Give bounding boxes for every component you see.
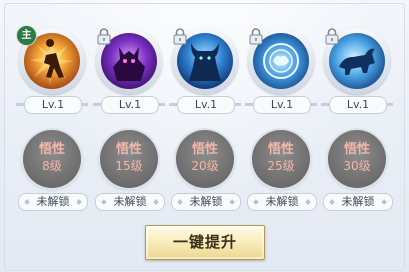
level-pill: Lv.1 bbox=[245, 96, 317, 114]
lock-icon bbox=[97, 28, 111, 45]
unlock-status: 未解锁 bbox=[18, 193, 88, 211]
unlock-status: 未解锁 bbox=[247, 193, 317, 211]
skill-panel: 主 Lv.1 悟性 8级 未解锁 Lv.1 悟性 15级 未解锁 Lv.1 悟性… bbox=[0, 0, 409, 272]
skill-icon-frame[interactable] bbox=[324, 28, 390, 94]
unlock-status-text: 未解锁 bbox=[189, 195, 223, 208]
unlock-status: 未解锁 bbox=[323, 193, 393, 211]
level-label: Lv.1 bbox=[329, 96, 387, 114]
requirement-level: 8级 bbox=[42, 159, 62, 173]
unlock-status: 未解锁 bbox=[95, 193, 165, 211]
skill-slot-2: Lv.1 悟性 15级 未解锁 bbox=[93, 0, 165, 220]
skill-icon-frame[interactable] bbox=[96, 28, 162, 94]
skill-icon-frame[interactable] bbox=[248, 28, 314, 94]
requirement-label: 悟性 bbox=[38, 142, 65, 157]
unlock-requirement-circle: 悟性 20级 bbox=[176, 130, 234, 188]
level-pill: Lv.1 bbox=[16, 96, 88, 114]
requirement-label: 悟性 bbox=[343, 142, 370, 157]
level-label: Lv.1 bbox=[101, 96, 159, 114]
lock-icon bbox=[249, 28, 263, 45]
level-pill: Lv.1 bbox=[321, 96, 393, 114]
main-skill-badge: 主 bbox=[16, 25, 37, 46]
unlock-status-text: 未解锁 bbox=[265, 195, 299, 208]
skill-slot-1: 主 Lv.1 悟性 8级 未解锁 bbox=[16, 0, 88, 220]
requirement-level: 30级 bbox=[343, 159, 371, 173]
unlock-requirement-circle: 悟性 15级 bbox=[100, 130, 158, 188]
level-label: Lv.1 bbox=[24, 96, 82, 114]
skill-slot-5: Lv.1 悟性 30级 未解锁 bbox=[321, 0, 393, 220]
unlock-status: 未解锁 bbox=[171, 193, 241, 211]
requirement-level: 20级 bbox=[191, 159, 219, 173]
requirement-label: 悟性 bbox=[267, 142, 294, 157]
unlock-status-text: 未解锁 bbox=[113, 195, 147, 208]
skill-icon-frame[interactable] bbox=[172, 28, 238, 94]
unlock-requirement-circle: 悟性 30级 bbox=[328, 130, 386, 188]
requirement-label: 悟性 bbox=[115, 142, 142, 157]
unlock-requirement-circle: 悟性 8级 bbox=[23, 130, 81, 188]
skill-slot-4: Lv.1 悟性 25级 未解锁 bbox=[245, 0, 317, 220]
requirement-level: 15级 bbox=[115, 159, 143, 173]
unlock-status-text: 未解锁 bbox=[36, 195, 70, 208]
one-click-upgrade-button[interactable]: 一键提升 bbox=[145, 225, 265, 260]
level-pill: Lv.1 bbox=[169, 96, 241, 114]
lock-icon bbox=[173, 28, 187, 45]
unlock-status-text: 未解锁 bbox=[341, 195, 375, 208]
unlock-requirement-circle: 悟性 25级 bbox=[252, 130, 310, 188]
skill-slot-3: Lv.1 悟性 20级 未解锁 bbox=[169, 0, 241, 220]
level-pill: Lv.1 bbox=[93, 96, 165, 114]
level-label: Lv.1 bbox=[177, 96, 235, 114]
requirement-label: 悟性 bbox=[191, 142, 218, 157]
level-label: Lv.1 bbox=[253, 96, 311, 114]
requirement-level: 25级 bbox=[267, 159, 295, 173]
lock-icon bbox=[325, 28, 339, 45]
skill-icon-frame[interactable]: 主 bbox=[16, 25, 85, 94]
